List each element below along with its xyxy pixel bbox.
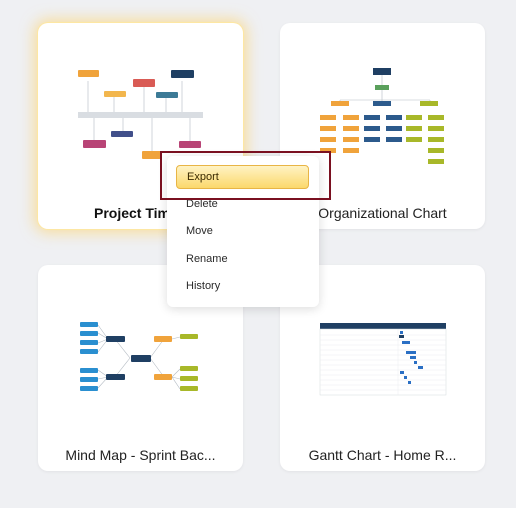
context-menu: Export Delete Move Rename History	[167, 156, 319, 307]
menu-item-history[interactable]: History	[186, 280, 220, 292]
diagram-gallery: Project Timel Organizational Chart Mind …	[0, 0, 516, 508]
menu-item-delete[interactable]: Delete	[186, 198, 218, 210]
menu-item-rename[interactable]: Rename	[186, 253, 228, 265]
card-title: Gantt Chart - Home R...	[308, 447, 457, 463]
menu-item-export[interactable]: Export	[176, 165, 309, 189]
card-title: Mind Map - Sprint Bac...	[65, 447, 216, 463]
menu-item-move[interactable]: Move	[186, 225, 213, 237]
